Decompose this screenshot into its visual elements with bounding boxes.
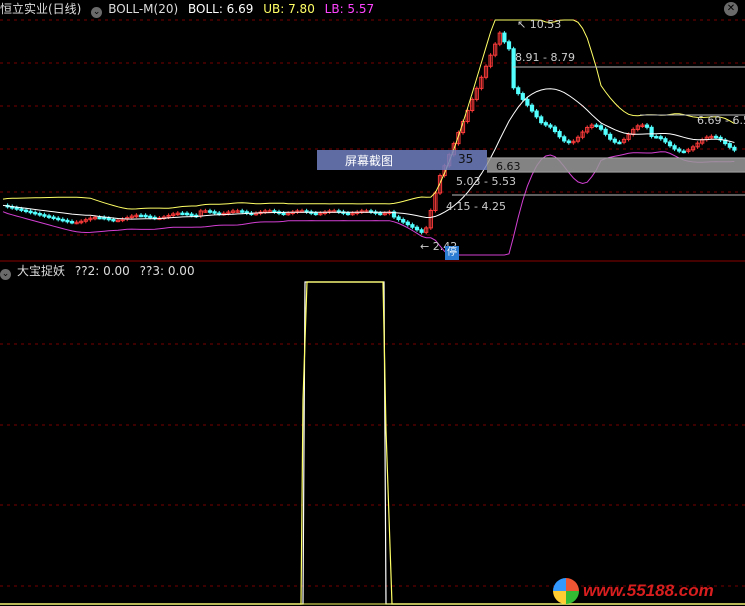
candle-body <box>56 217 61 221</box>
candle-body <box>60 218 65 222</box>
indicator-name[interactable]: BOLL-M(20) <box>108 2 178 16</box>
candle-body <box>148 215 153 219</box>
candle-body <box>681 150 686 154</box>
candle-body <box>502 32 507 43</box>
stock-title[interactable]: 恒立实业(日线) <box>0 2 81 16</box>
signal-line-white <box>0 281 745 605</box>
candle-body <box>410 224 415 228</box>
candle-body <box>207 210 213 213</box>
v2-value: ??2: 0.00 <box>74 264 130 278</box>
candle-body <box>143 214 148 218</box>
candle-body <box>732 146 737 151</box>
level-band <box>487 158 745 172</box>
signal-line-yellow <box>0 281 745 605</box>
candle-body <box>405 221 410 226</box>
candle-body <box>557 131 562 138</box>
candle-body <box>106 217 111 221</box>
candle-body <box>240 210 245 213</box>
candle-body <box>69 220 75 224</box>
candle-body <box>97 216 102 220</box>
boll-upper-band <box>2 19 735 210</box>
candle-body <box>37 213 42 216</box>
range3-annotation: 6.63 <box>496 160 521 173</box>
lb-value: LB: 5.57 <box>324 2 375 16</box>
candle-body <box>212 211 217 214</box>
candle-body <box>543 122 548 126</box>
screenshot-label: 屏幕截图 <box>345 154 394 168</box>
candle-body <box>33 211 38 215</box>
candle-body <box>654 135 659 139</box>
candle-body <box>658 136 663 140</box>
candle-body <box>46 215 52 218</box>
high-annotation: ↖ 10.53 <box>517 18 562 31</box>
range2-annotation: 6.69 - 6.5 <box>697 114 745 127</box>
candle-body <box>111 218 116 222</box>
candle-body <box>14 207 19 210</box>
candle-body <box>378 212 383 216</box>
candle-body <box>612 138 617 143</box>
watermark-text: www.55188.com <box>583 581 714 600</box>
candle-body <box>644 124 650 128</box>
candle-body <box>28 210 33 214</box>
candle-body <box>281 212 286 216</box>
candle-body <box>677 148 682 152</box>
candle-body <box>603 128 608 135</box>
sub-indicator-name[interactable]: 大宝捉妖 <box>17 264 65 278</box>
candle-body <box>516 87 521 95</box>
candle-body <box>506 41 512 50</box>
screenshot-number: 35 <box>458 152 474 166</box>
chevron-down-icon[interactable]: ⌄ <box>0 269 11 280</box>
ub-value: UB: 7.80 <box>263 2 315 16</box>
chart-canvas <box>0 19 745 605</box>
candle-body <box>552 126 558 133</box>
chevron-down-icon[interactable]: ⌄ <box>91 7 103 18</box>
candle-body <box>396 216 401 221</box>
candle-body <box>525 98 530 106</box>
candle-body <box>19 208 24 211</box>
candle-body <box>598 125 604 130</box>
limit-badge: 停 <box>445 246 459 260</box>
lower-grid-lines <box>0 343 745 587</box>
watermark: www.55188.com <box>553 578 714 604</box>
candle-body <box>313 212 318 216</box>
candle-body <box>23 209 29 213</box>
candle-body <box>562 136 567 142</box>
candle-body <box>548 124 553 128</box>
candle-body <box>419 229 424 233</box>
candle-body <box>529 104 535 112</box>
site-logo-icon <box>553 578 579 604</box>
candle-body <box>539 116 544 124</box>
candle-body <box>667 141 673 147</box>
candle-body <box>42 214 47 217</box>
v3-value: ??3: 0.00 <box>139 264 195 278</box>
candle-body <box>401 219 406 223</box>
boll-value: BOLL: 6.69 <box>187 2 254 16</box>
candle-body <box>594 124 599 128</box>
range4-annotation: 5.03 - 5.53 <box>456 175 516 188</box>
candle-body <box>180 212 185 216</box>
candle-body <box>520 93 525 100</box>
candle-body <box>184 212 190 216</box>
candle-body <box>534 110 539 118</box>
main-header: 恒立实业(日线) ⌄ BOLL-M(20) BOLL: 6.69 UB: 7.80… <box>0 0 380 18</box>
candle-body <box>617 141 622 145</box>
candle-body <box>663 138 668 143</box>
candle-body <box>713 135 719 139</box>
candle-body <box>138 214 144 218</box>
candle-body <box>608 133 613 140</box>
candle-body <box>65 219 70 223</box>
candle-body <box>566 140 571 144</box>
range5-annotation: 4.15 - 4.25 <box>446 200 506 213</box>
candle-body <box>649 126 654 137</box>
candle-body <box>51 216 56 220</box>
range1-annotation: 8.91 - 8.79 <box>515 51 575 64</box>
sub-header: ⌄ 大宝捉妖 ??2: 0.00 ??3: 0.00 <box>0 262 201 280</box>
candle-body <box>672 145 677 150</box>
candle-body <box>189 213 194 217</box>
close-icon[interactable]: ✕ <box>724 2 738 16</box>
candle-body <box>727 143 732 148</box>
candle-body <box>345 212 351 216</box>
candle-body <box>414 226 420 231</box>
